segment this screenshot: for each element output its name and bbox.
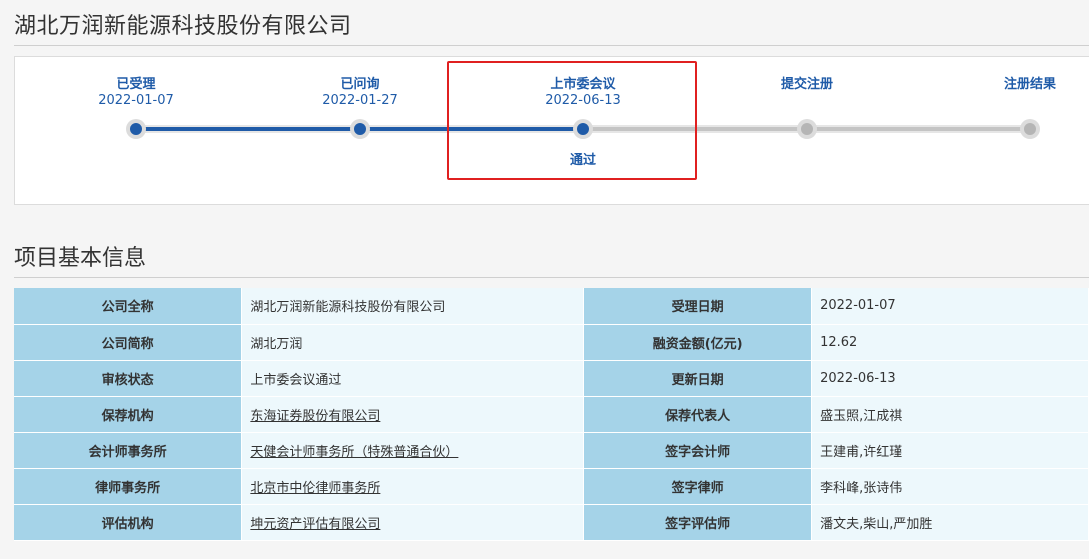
title-divider bbox=[14, 45, 1089, 46]
field-label: 保荐代表人 bbox=[583, 396, 813, 433]
field-value: 上市委会议通过 bbox=[241, 360, 585, 397]
step-node-inquired bbox=[350, 119, 370, 139]
step-node-accepted bbox=[126, 119, 146, 139]
field-label: 签字评估师 bbox=[583, 504, 813, 541]
table-row: 公司简称 湖北万润 融资金额(亿元) 12.62 bbox=[14, 324, 1089, 361]
field-value: 2022-01-07 bbox=[811, 288, 1089, 325]
field-label: 签字律师 bbox=[583, 468, 813, 505]
field-value: 东海证券股份有限公司 bbox=[241, 396, 585, 433]
field-value: 坤元资产评估有限公司 bbox=[241, 504, 585, 541]
field-label: 公司全称 bbox=[14, 288, 243, 325]
field-label: 会计师事务所 bbox=[14, 432, 243, 469]
step-label-inquired: 已问询 bbox=[340, 77, 380, 92]
step-node-registration-result bbox=[1020, 119, 1040, 139]
field-value: 湖北万润新能源科技股份有限公司 bbox=[241, 288, 585, 325]
table-row: 审核状态 上市委会议通过 更新日期 2022-06-13 bbox=[14, 360, 1089, 397]
step-label-accepted: 已受理 bbox=[116, 77, 156, 92]
step-date-inquired: 2022-01-27 bbox=[322, 93, 398, 108]
step-date-accepted: 2022-01-07 bbox=[98, 93, 174, 108]
field-label: 律师事务所 bbox=[14, 468, 243, 505]
field-value: 湖北万润 bbox=[241, 324, 585, 361]
section-title: 项目基本信息 bbox=[14, 246, 147, 271]
sponsor-link[interactable]: 东海证券股份有限公司 bbox=[250, 409, 380, 424]
field-label: 审核状态 bbox=[14, 360, 243, 397]
field-label: 受理日期 bbox=[583, 288, 813, 325]
field-value: 李科峰,张诗伟 bbox=[811, 468, 1089, 505]
field-label: 保荐机构 bbox=[14, 396, 243, 433]
field-value: 潘文夫,柴山,严加胜 bbox=[811, 504, 1089, 541]
table-row: 会计师事务所 天健会计师事务所（特殊普通合伙） 签字会计师 王建甫,许红瑾 bbox=[14, 432, 1089, 469]
appraisal-firm-link[interactable]: 坤元资产评估有限公司 bbox=[250, 517, 380, 532]
project-info-table: 公司全称 湖北万润新能源科技股份有限公司 受理日期 2022-01-07 公司简… bbox=[14, 288, 1089, 541]
field-label: 融资金额(亿元) bbox=[583, 324, 813, 361]
table-row: 律师事务所 北京市中伦律师事务所 签字律师 李科峰,张诗伟 bbox=[14, 468, 1089, 505]
table-row: 评估机构 坤元资产评估有限公司 签字评估师 潘文夫,柴山,严加胜 bbox=[14, 504, 1089, 541]
step-node-submit-registration bbox=[797, 119, 817, 139]
field-label: 评估机构 bbox=[14, 504, 243, 541]
law-firm-link[interactable]: 北京市中伦律师事务所 bbox=[250, 481, 380, 496]
company-title: 湖北万润新能源科技股份有限公司 bbox=[14, 14, 352, 39]
field-value: 12.62 bbox=[811, 324, 1089, 361]
field-value: 盛玉照,江成祺 bbox=[811, 396, 1089, 433]
field-value: 天健会计师事务所（特殊普通合伙） bbox=[241, 432, 585, 469]
highlight-annotation-box bbox=[447, 61, 697, 180]
field-value: 北京市中伦律师事务所 bbox=[241, 468, 585, 505]
field-label: 签字会计师 bbox=[583, 432, 813, 469]
section-divider bbox=[14, 277, 1089, 278]
step-label-registration-result: 注册结果 bbox=[1003, 77, 1056, 92]
field-label: 公司简称 bbox=[14, 324, 243, 361]
table-row: 公司全称 湖北万润新能源科技股份有限公司 受理日期 2022-01-07 bbox=[14, 288, 1089, 325]
field-value: 王建甫,许红瑾 bbox=[811, 432, 1089, 469]
accounting-firm-link[interactable]: 天健会计师事务所（特殊普通合伙） bbox=[250, 445, 458, 460]
field-value: 2022-06-13 bbox=[811, 360, 1089, 397]
table-row: 保荐机构 东海证券股份有限公司 保荐代表人 盛玉照,江成祺 bbox=[14, 396, 1089, 433]
step-label-submit-registration: 提交注册 bbox=[780, 77, 833, 92]
field-label: 更新日期 bbox=[583, 360, 813, 397]
